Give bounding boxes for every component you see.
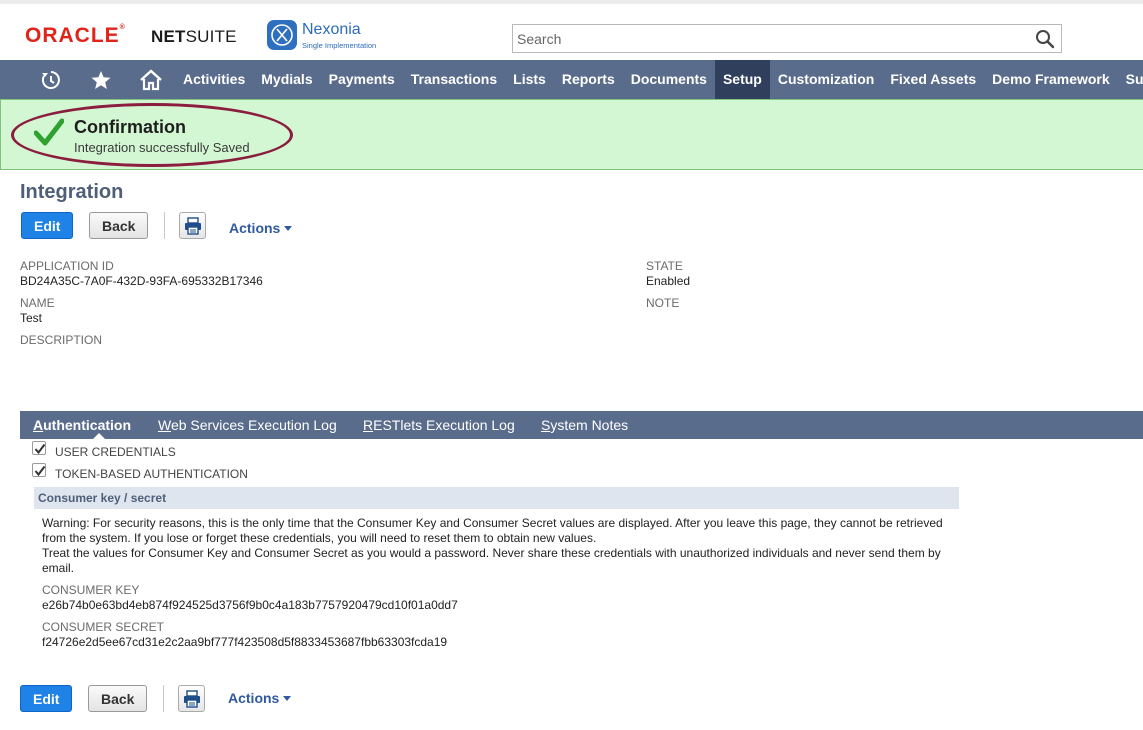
active-tab-pointer <box>93 433 105 439</box>
tab-web-services-execution-log[interactable]: Web Services Execution Log <box>158 411 337 439</box>
tab-system-notes-accesskey: S <box>541 417 551 433</box>
confirmation-title: Confirmation <box>74 117 186 137</box>
edit-button[interactable]: Edit <box>21 212 74 239</box>
consumer-key-value[interactable]: e26b74b0e63bd4eb874f924525d3756f9b0c4a18… <box>42 598 458 612</box>
nav-item-payments[interactable]: Payments <box>321 60 403 99</box>
state-value: Enabled <box>646 274 691 288</box>
user-credentials-checkbox[interactable] <box>32 441 46 455</box>
print-icon <box>184 690 200 708</box>
nav-item-reports[interactable]: Reports <box>554 60 623 99</box>
application-id-value: BD24A35C-7A0F-432D-93FA-695332B17346 <box>20 274 263 288</box>
consumer-key-label: CONSUMER KEY <box>42 583 140 597</box>
oracle-logo[interactable]: ORACLE® <box>25 24 126 48</box>
actions-menu-bottom[interactable]: Actions <box>228 690 292 706</box>
oracle-logo-text: ORACLE <box>25 24 120 47</box>
nexonia-subtitle: Single Implementation <box>302 41 377 50</box>
print-button-bottom[interactable] <box>178 685 205 712</box>
user-credentials-label: USER CREDENTIALS <box>55 445 176 459</box>
search-box <box>512 24 1062 53</box>
tab-authentication-label: uthentication <box>43 417 132 433</box>
token-based-authentication-checkbox[interactable] <box>32 463 46 477</box>
back-button[interactable]: Back <box>89 212 149 239</box>
netsuite-logo-bold: NET <box>151 27 186 46</box>
tab-restlets-execution-log[interactable]: RESTlets Execution Log <box>363 411 515 439</box>
tab-web-services-accesskey: W <box>158 417 171 433</box>
checkmark-icon <box>34 443 46 455</box>
security-warning-line-1: Warning: For security reasons, this is t… <box>42 516 943 545</box>
chevron-down-icon <box>284 226 293 231</box>
print-button[interactable] <box>179 212 206 239</box>
netsuite-logo-rest: SUITE <box>185 27 237 46</box>
confirmation-banner: Confirmation Integration successfully Sa… <box>0 99 1143 170</box>
tab-web-services-label: eb Services Execution Log <box>170 417 337 433</box>
actions-label: Actions <box>229 220 281 236</box>
search-input[interactable] <box>517 29 1017 49</box>
consumer-section-title: Consumer key / secret <box>38 491 167 505</box>
chevron-down-icon <box>283 696 292 701</box>
state-label: STATE <box>646 259 683 273</box>
back-button-bottom[interactable]: Back <box>88 685 148 712</box>
nexonia-logo-icon[interactable] <box>267 20 297 50</box>
header: ORACLE® NETSUITE Nexonia Single Implemen… <box>0 4 1143 60</box>
nexonia-name[interactable]: Nexonia <box>302 21 361 39</box>
star-icon[interactable] <box>83 60 119 99</box>
tab-restlets-accesskey: R <box>363 417 374 433</box>
nav-item-demo-framework[interactable]: Demo Framework <box>984 60 1117 99</box>
netsuite-logo[interactable]: NETSUITE <box>151 27 237 47</box>
tab-system-notes[interactable]: System Notes <box>541 411 628 439</box>
nav-item-lists[interactable]: Lists <box>505 60 554 99</box>
page-title: Integration <box>20 181 124 203</box>
nav-item-setup[interactable]: Setup <box>714 60 770 99</box>
security-warning-line-2: Treat the values for Consumer Key and Co… <box>42 546 941 575</box>
tab-system-notes-label: ystem Notes <box>550 417 629 433</box>
checkmark-icon <box>34 465 46 477</box>
nav-item-documents[interactable]: Documents <box>623 60 715 99</box>
description-label: DESCRIPTION <box>20 333 103 347</box>
token-based-authentication-label: TOKEN-BASED AUTHENTICATION <box>55 467 248 481</box>
toolbar-separator-bottom <box>163 685 164 712</box>
toolbar-separator <box>164 212 165 239</box>
consumer-section-header: Consumer key / secret <box>34 487 959 509</box>
confirmation-message: Integration successfully Saved <box>74 140 250 155</box>
consumer-secret-label: CONSUMER SECRET <box>42 620 165 634</box>
actions-menu[interactable]: Actions <box>229 220 293 236</box>
application-id-label: APPLICATION ID <box>20 259 114 273</box>
nav-item-customization[interactable]: Customization <box>770 60 882 99</box>
checkmark-icon <box>34 118 64 146</box>
nav-item-transactions[interactable]: Transactions <box>403 60 505 99</box>
nav-item-support[interactable]: Su <box>1118 60 1143 99</box>
consumer-secret-value[interactable]: f24726e2d5ee67cd31e2c2aa9bf777f423508d5f… <box>42 635 447 649</box>
note-label: NOTE <box>646 296 680 310</box>
home-icon[interactable] <box>133 60 169 99</box>
security-warning: Warning: For security reasons, this is t… <box>42 516 957 576</box>
recent-records-icon[interactable] <box>33 60 69 99</box>
tab-authentication[interactable]: Authentication <box>33 411 131 439</box>
nav-menu: Activities Mydials Payments Transactions… <box>175 60 1143 99</box>
edit-button-bottom[interactable]: Edit <box>20 685 73 712</box>
nav-item-mydials[interactable]: Mydials <box>253 60 320 99</box>
actions-label-bottom: Actions <box>228 690 280 706</box>
tab-authentication-accesskey: A <box>33 417 44 433</box>
name-value: Test <box>20 311 43 325</box>
nav-item-activities[interactable]: Activities <box>175 60 253 99</box>
search-icon[interactable] <box>1035 29 1055 49</box>
nav-item-fixed-assets[interactable]: Fixed Assets <box>882 60 984 99</box>
registered-mark: ® <box>119 24 126 31</box>
name-label: NAME <box>20 296 55 310</box>
tab-restlets-label: ESTlets Execution Log <box>373 417 515 433</box>
main-navigation: Activities Mydials Payments Transactions… <box>0 60 1143 99</box>
subtab-bar: Authentication Web Services Execution Lo… <box>20 411 1143 439</box>
print-icon <box>185 217 201 235</box>
